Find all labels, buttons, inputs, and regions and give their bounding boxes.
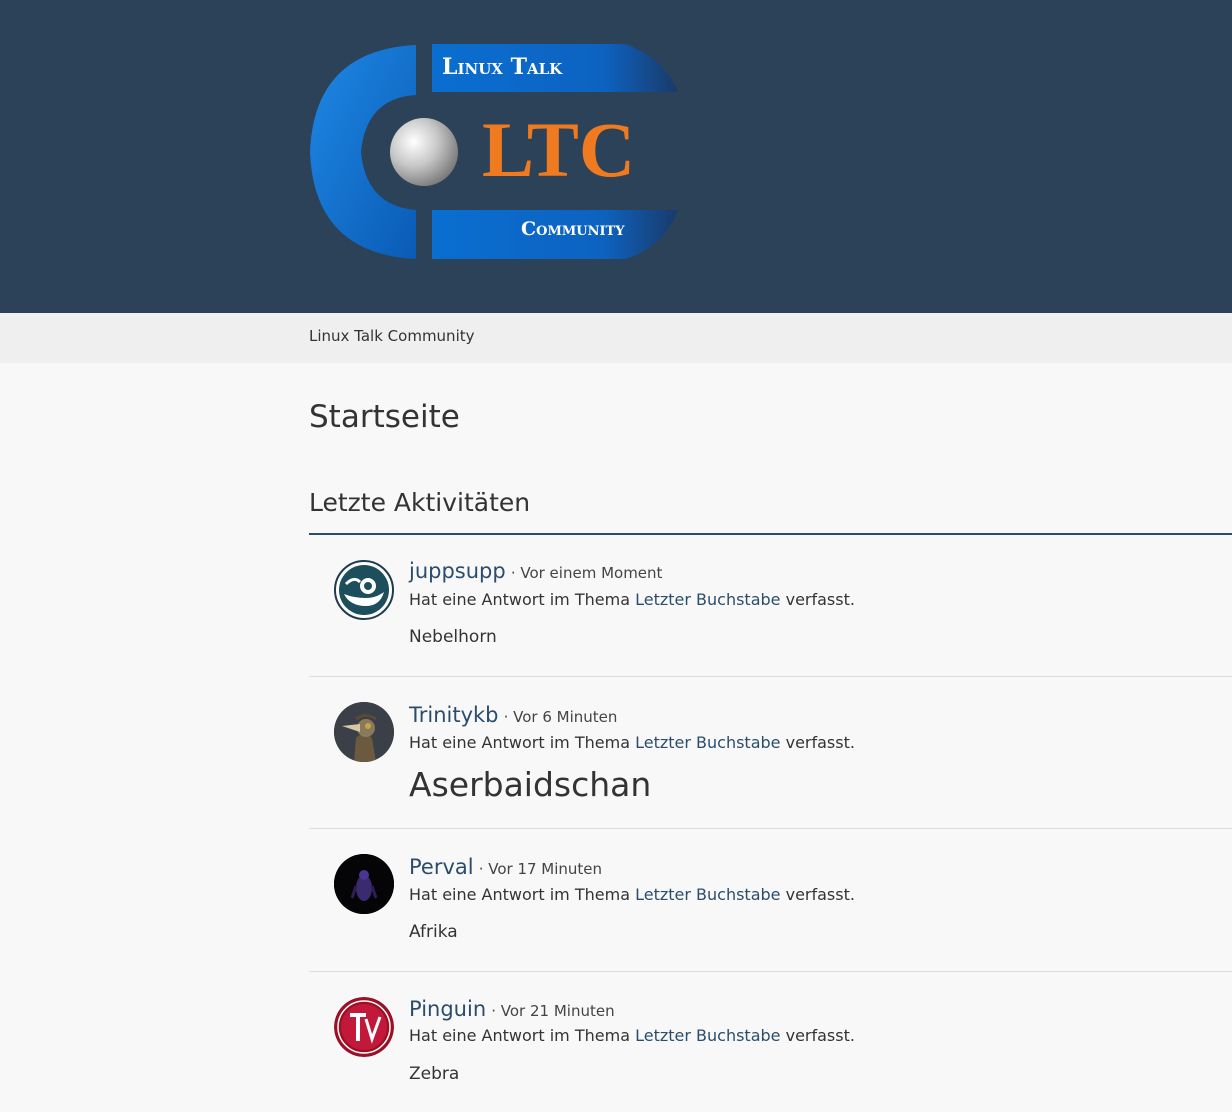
- page-title: Startseite: [309, 399, 460, 435]
- opensuse-chameleon-icon: [339, 565, 389, 615]
- topic-link[interactable]: Letzter Buchstabe: [635, 885, 780, 904]
- activity-meta: Trinitykb · Vor 6 Minuten: [409, 703, 617, 727]
- description-suffix: verfasst.: [785, 1026, 855, 1045]
- activity-content: Zebra: [409, 1064, 460, 1084]
- activity-description: Hat eine Antwort im Thema Letzter Buchst…: [409, 733, 855, 752]
- activity-description: Hat eine Antwort im Thema Letzter Buchst…: [409, 1026, 855, 1045]
- activity-item: Perval · Vor 17 Minuten Hat eine Antwort…: [309, 829, 1232, 972]
- user-link[interactable]: Trinitykb: [409, 703, 499, 727]
- activity-meta: juppsupp · Vor einem Moment: [409, 559, 662, 583]
- user-link[interactable]: juppsupp: [409, 559, 506, 583]
- tux-monogram-icon: [334, 997, 394, 1057]
- activity-time: · Vor 21 Minuten: [491, 1002, 615, 1020]
- avatar-juppsupp[interactable]: [334, 560, 394, 620]
- avatar-perval[interactable]: [334, 854, 394, 914]
- activity-description: Hat eine Antwort im Thema Letzter Buchst…: [409, 885, 855, 904]
- activity-meta: Perval · Vor 17 Minuten: [409, 855, 602, 879]
- activity-time: · Vor 17 Minuten: [478, 860, 603, 878]
- description-prefix: Hat eine Antwort im Thema: [409, 885, 630, 904]
- topic-link[interactable]: Letzter Buchstabe: [635, 733, 780, 752]
- activity-content: Nebelhorn: [409, 627, 497, 647]
- topic-link[interactable]: Letzter Buchstabe: [635, 1026, 780, 1045]
- description-suffix: verfasst.: [785, 590, 855, 609]
- site-header: Linux Talk LTC Community: [0, 0, 1232, 313]
- activity-item: Trinitykb · Vor 6 Minuten Hat eine Antwo…: [309, 677, 1232, 829]
- description-suffix: verfasst.: [785, 733, 855, 752]
- activity-description: Hat eine Antwort im Thema Letzter Buchst…: [409, 590, 855, 609]
- logo-bottom-text: Community: [521, 218, 625, 240]
- activity-content: Afrika: [409, 922, 458, 942]
- purple-figure-icon: [334, 854, 394, 914]
- user-link[interactable]: Pinguin: [409, 997, 486, 1021]
- description-prefix: Hat eine Antwort im Thema: [409, 733, 630, 752]
- description-prefix: Hat eine Antwort im Thema: [409, 1026, 630, 1045]
- logo-top-text: Linux Talk: [442, 54, 563, 80]
- user-link[interactable]: Perval: [409, 855, 474, 879]
- plague-doctor-icon: [334, 702, 394, 762]
- breadcrumb-bar: [0, 313, 1232, 363]
- description-suffix: verfasst.: [785, 885, 855, 904]
- activity-time: · Vor einem Moment: [510, 564, 663, 582]
- breadcrumb-home-link[interactable]: Linux Talk Community: [309, 327, 475, 345]
- activity-content: Aserbaidschan: [409, 765, 652, 804]
- avatar-trinitykb[interactable]: [334, 702, 394, 762]
- description-prefix: Hat eine Antwort im Thema: [409, 590, 630, 609]
- avatar-pinguin[interactable]: [334, 997, 394, 1057]
- activity-item: Pinguin · Vor 21 Minuten Hat eine Antwor…: [309, 972, 1232, 1112]
- topic-link[interactable]: Letzter Buchstabe: [635, 590, 780, 609]
- activity-meta: Pinguin · Vor 21 Minuten: [409, 997, 615, 1021]
- site-logo[interactable]: Linux Talk LTC Community: [306, 40, 686, 264]
- activity-time: · Vor 6 Minuten: [503, 708, 618, 726]
- section-title-recent-activity: Letzte Aktivitäten: [309, 488, 531, 517]
- logo-main-text: LTC: [482, 106, 636, 193]
- activity-item: juppsupp · Vor einem Moment Hat eine Ant…: [309, 535, 1232, 677]
